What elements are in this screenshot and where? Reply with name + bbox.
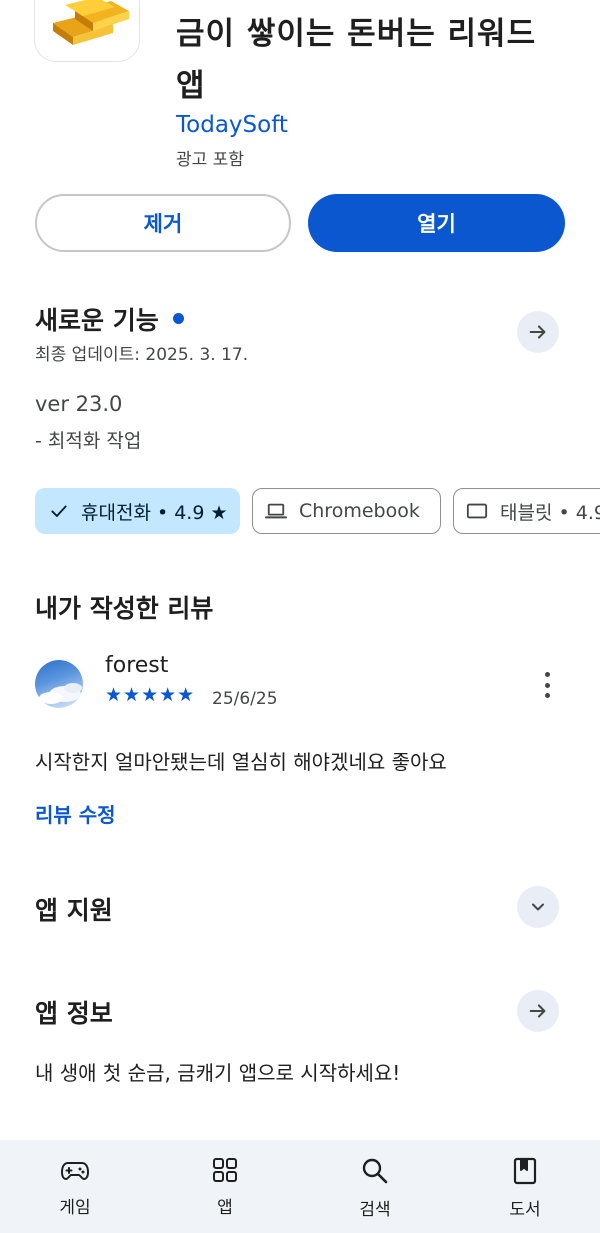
arrow-right-icon <box>529 325 546 339</box>
nav-item-games[interactable]: 게임 <box>15 1140 135 1233</box>
whats-new-heading: 새로운 기능 <box>35 301 184 337</box>
edit-review-link[interactable]: 리뷰 수정 <box>35 799 116 828</box>
ads-label: 광고 포함 <box>176 150 244 170</box>
remove-button[interactable]: 제거 <box>35 194 291 252</box>
review-date: 25/6/25 <box>212 689 278 709</box>
star-rating: ★★★★★ <box>105 684 196 706</box>
nav-label: 도서 <box>509 1200 541 1220</box>
laptop-icon <box>265 503 287 519</box>
nav-label: 앱 <box>217 1198 233 1218</box>
nav-item-books[interactable]: 도서 <box>465 1140 585 1233</box>
chip-chromebook[interactable]: Chromebook <box>252 488 441 534</box>
arrow-right-icon <box>529 1004 546 1018</box>
app-info-description: 내 생애 첫 순금, 금캐기 앱으로 시작하세요! <box>35 1061 401 1085</box>
my-review-title: 내가 작성한 리뷰 <box>35 594 214 623</box>
whats-new-arrow-button[interactable] <box>517 311 559 353</box>
gamepad-icon <box>61 1162 89 1180</box>
search-icon <box>362 1158 388 1184</box>
chip-label: Chromebook <box>299 500 420 522</box>
app-support-title: 앱 지원 <box>35 896 113 925</box>
update-note: - 최적화 작업 <box>35 430 142 452</box>
chip-label: 태블릿 • 4.9 <box>500 501 600 524</box>
tablet-icon <box>466 503 488 519</box>
app-info-title: 앱 정보 <box>35 999 113 1028</box>
version-text: ver 23.0 <box>35 392 123 416</box>
app-info-arrow-button[interactable] <box>517 990 559 1032</box>
chevron-down-icon <box>532 903 544 911</box>
developer-link[interactable]: TodaySoft <box>176 112 288 138</box>
nav-item-search[interactable]: 검색 <box>315 1140 435 1233</box>
avatar <box>35 660 83 708</box>
app-title: 금이 쌓이는 돈버는 리워드 앱 <box>176 16 537 104</box>
book-icon <box>513 1157 537 1185</box>
apps-grid-icon <box>213 1158 237 1182</box>
chip-tablet[interactable]: 태블릿 • 4.9 <box>453 488 600 534</box>
check-icon <box>51 505 67 517</box>
app-support-expand-button[interactable] <box>517 886 559 928</box>
review-text: 시작한지 얼마안됐는데 열심히 해야겠네요 좋아요 <box>35 750 447 774</box>
nav-item-apps[interactable]: 앱 <box>165 1140 285 1233</box>
nav-label: 게임 <box>59 1198 91 1218</box>
chip-label: 휴대전화 • 4.9 ★ <box>81 501 228 524</box>
app-icon <box>34 0 140 62</box>
whats-new-title: 새로운 기능 <box>35 306 159 335</box>
more-options-icon[interactable] <box>533 668 561 702</box>
nav-label: 검색 <box>359 1200 391 1220</box>
reviewer-name: forest <box>105 653 169 678</box>
bottom-navigation: 게임 앱 검색 도서 <box>0 1140 600 1233</box>
new-indicator-dot <box>172 312 184 324</box>
open-button[interactable]: 열기 <box>308 194 565 252</box>
last-updated: 최종 업데이트: 2025. 3. 17. <box>35 345 249 365</box>
chip-phone[interactable]: 휴대전화 • 4.9 ★ <box>35 488 240 534</box>
